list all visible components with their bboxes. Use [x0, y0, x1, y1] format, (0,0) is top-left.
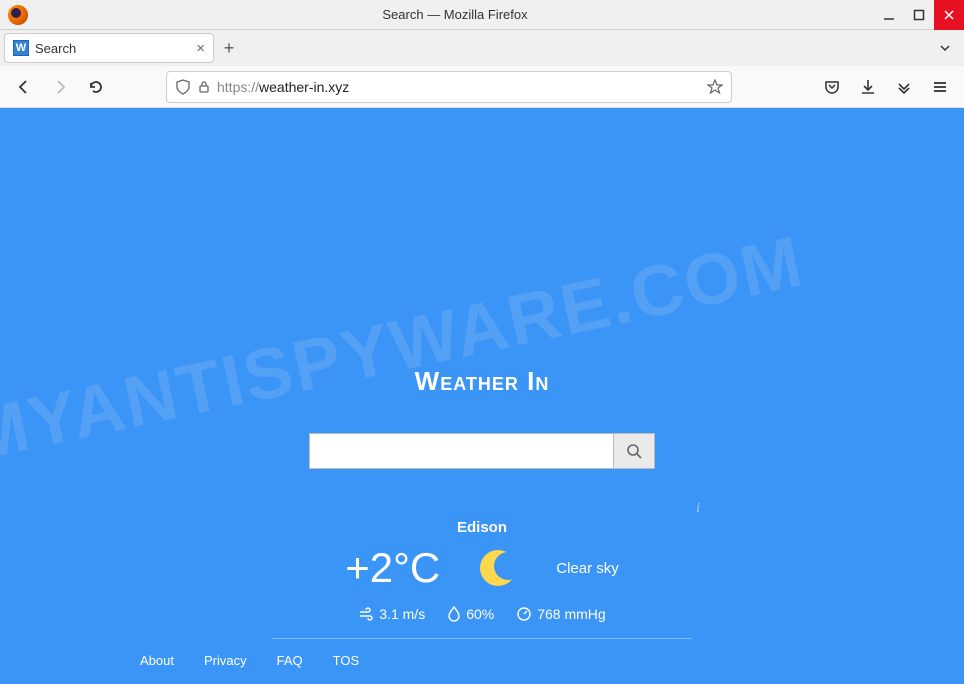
tab-title: Search — [35, 41, 190, 56]
close-button[interactable] — [934, 0, 964, 30]
info-icon[interactable]: i — [696, 501, 700, 517]
pocket-button[interactable] — [816, 71, 848, 103]
overflow-button[interactable] — [888, 71, 920, 103]
back-button[interactable] — [8, 71, 40, 103]
downloads-button[interactable] — [852, 71, 884, 103]
shield-icon[interactable] — [175, 79, 191, 95]
window-controls — [874, 0, 964, 30]
pressure-stat: 768 mmHg — [516, 606, 605, 622]
search-input[interactable] — [309, 433, 613, 469]
tab-search[interactable]: W Search × — [4, 33, 214, 63]
window-title: Search — Mozilla Firefox — [36, 7, 874, 22]
new-tab-button[interactable]: + — [214, 33, 244, 63]
firefox-logo-icon — [8, 5, 28, 25]
droplet-icon — [447, 606, 461, 622]
url-bar[interactable]: https://weather-in.xyz — [166, 71, 732, 103]
gauge-icon — [516, 606, 532, 622]
forward-button[interactable] — [44, 71, 76, 103]
tabs-overflow-button[interactable] — [930, 33, 960, 63]
tab-bar: W Search × + — [0, 30, 964, 66]
page-content: MYANTISPYWARE.COM Weather In i Edison +2… — [0, 108, 964, 684]
humidity-stat: 60% — [447, 606, 494, 622]
footer-faq[interactable]: FAQ — [277, 653, 303, 668]
window-title-bar: Search — Mozilla Firefox — [0, 0, 964, 30]
weather-stats: 3.1 m/s 60% 768 mmHg — [272, 606, 692, 639]
footer-tos[interactable]: TOS — [333, 653, 360, 668]
weather-main: +2°C Clear sky — [272, 544, 692, 592]
search-button[interactable] — [613, 433, 655, 469]
wind-stat: 3.1 m/s — [358, 606, 425, 622]
bookmark-star-icon[interactable] — [707, 79, 723, 95]
search-icon — [626, 443, 642, 459]
navigation-bar: https://weather-in.xyz — [0, 66, 964, 108]
pressure-value: 768 mmHg — [537, 606, 605, 622]
lock-icon[interactable] — [197, 80, 211, 94]
footer-links: About Privacy FAQ TOS — [140, 653, 359, 668]
tab-close-icon[interactable]: × — [196, 40, 205, 57]
weather-widget: i Edison +2°C Clear sky 3.1 m/s 60% 768 … — [272, 519, 692, 639]
weather-temperature: +2°C — [345, 544, 440, 592]
minimize-button[interactable] — [874, 0, 904, 30]
search-form — [309, 433, 655, 469]
humidity-value: 60% — [466, 606, 494, 622]
footer-privacy[interactable]: Privacy — [204, 653, 247, 668]
maximize-button[interactable] — [904, 0, 934, 30]
menu-button[interactable] — [924, 71, 956, 103]
wind-value: 3.1 m/s — [379, 606, 425, 622]
weather-description: Clear sky — [556, 560, 619, 577]
moon-icon — [480, 550, 516, 586]
tab-favicon-icon: W — [13, 40, 29, 56]
weather-city: Edison — [272, 519, 692, 536]
footer-about[interactable]: About — [140, 653, 174, 668]
url-text: https://weather-in.xyz — [217, 79, 701, 95]
reload-button[interactable] — [80, 71, 112, 103]
toolbar-right — [816, 71, 956, 103]
wind-icon — [358, 606, 374, 622]
brand-title: Weather In — [415, 366, 550, 397]
url-domain: weather-in.xyz — [259, 79, 349, 95]
url-protocol: https:// — [217, 79, 259, 95]
